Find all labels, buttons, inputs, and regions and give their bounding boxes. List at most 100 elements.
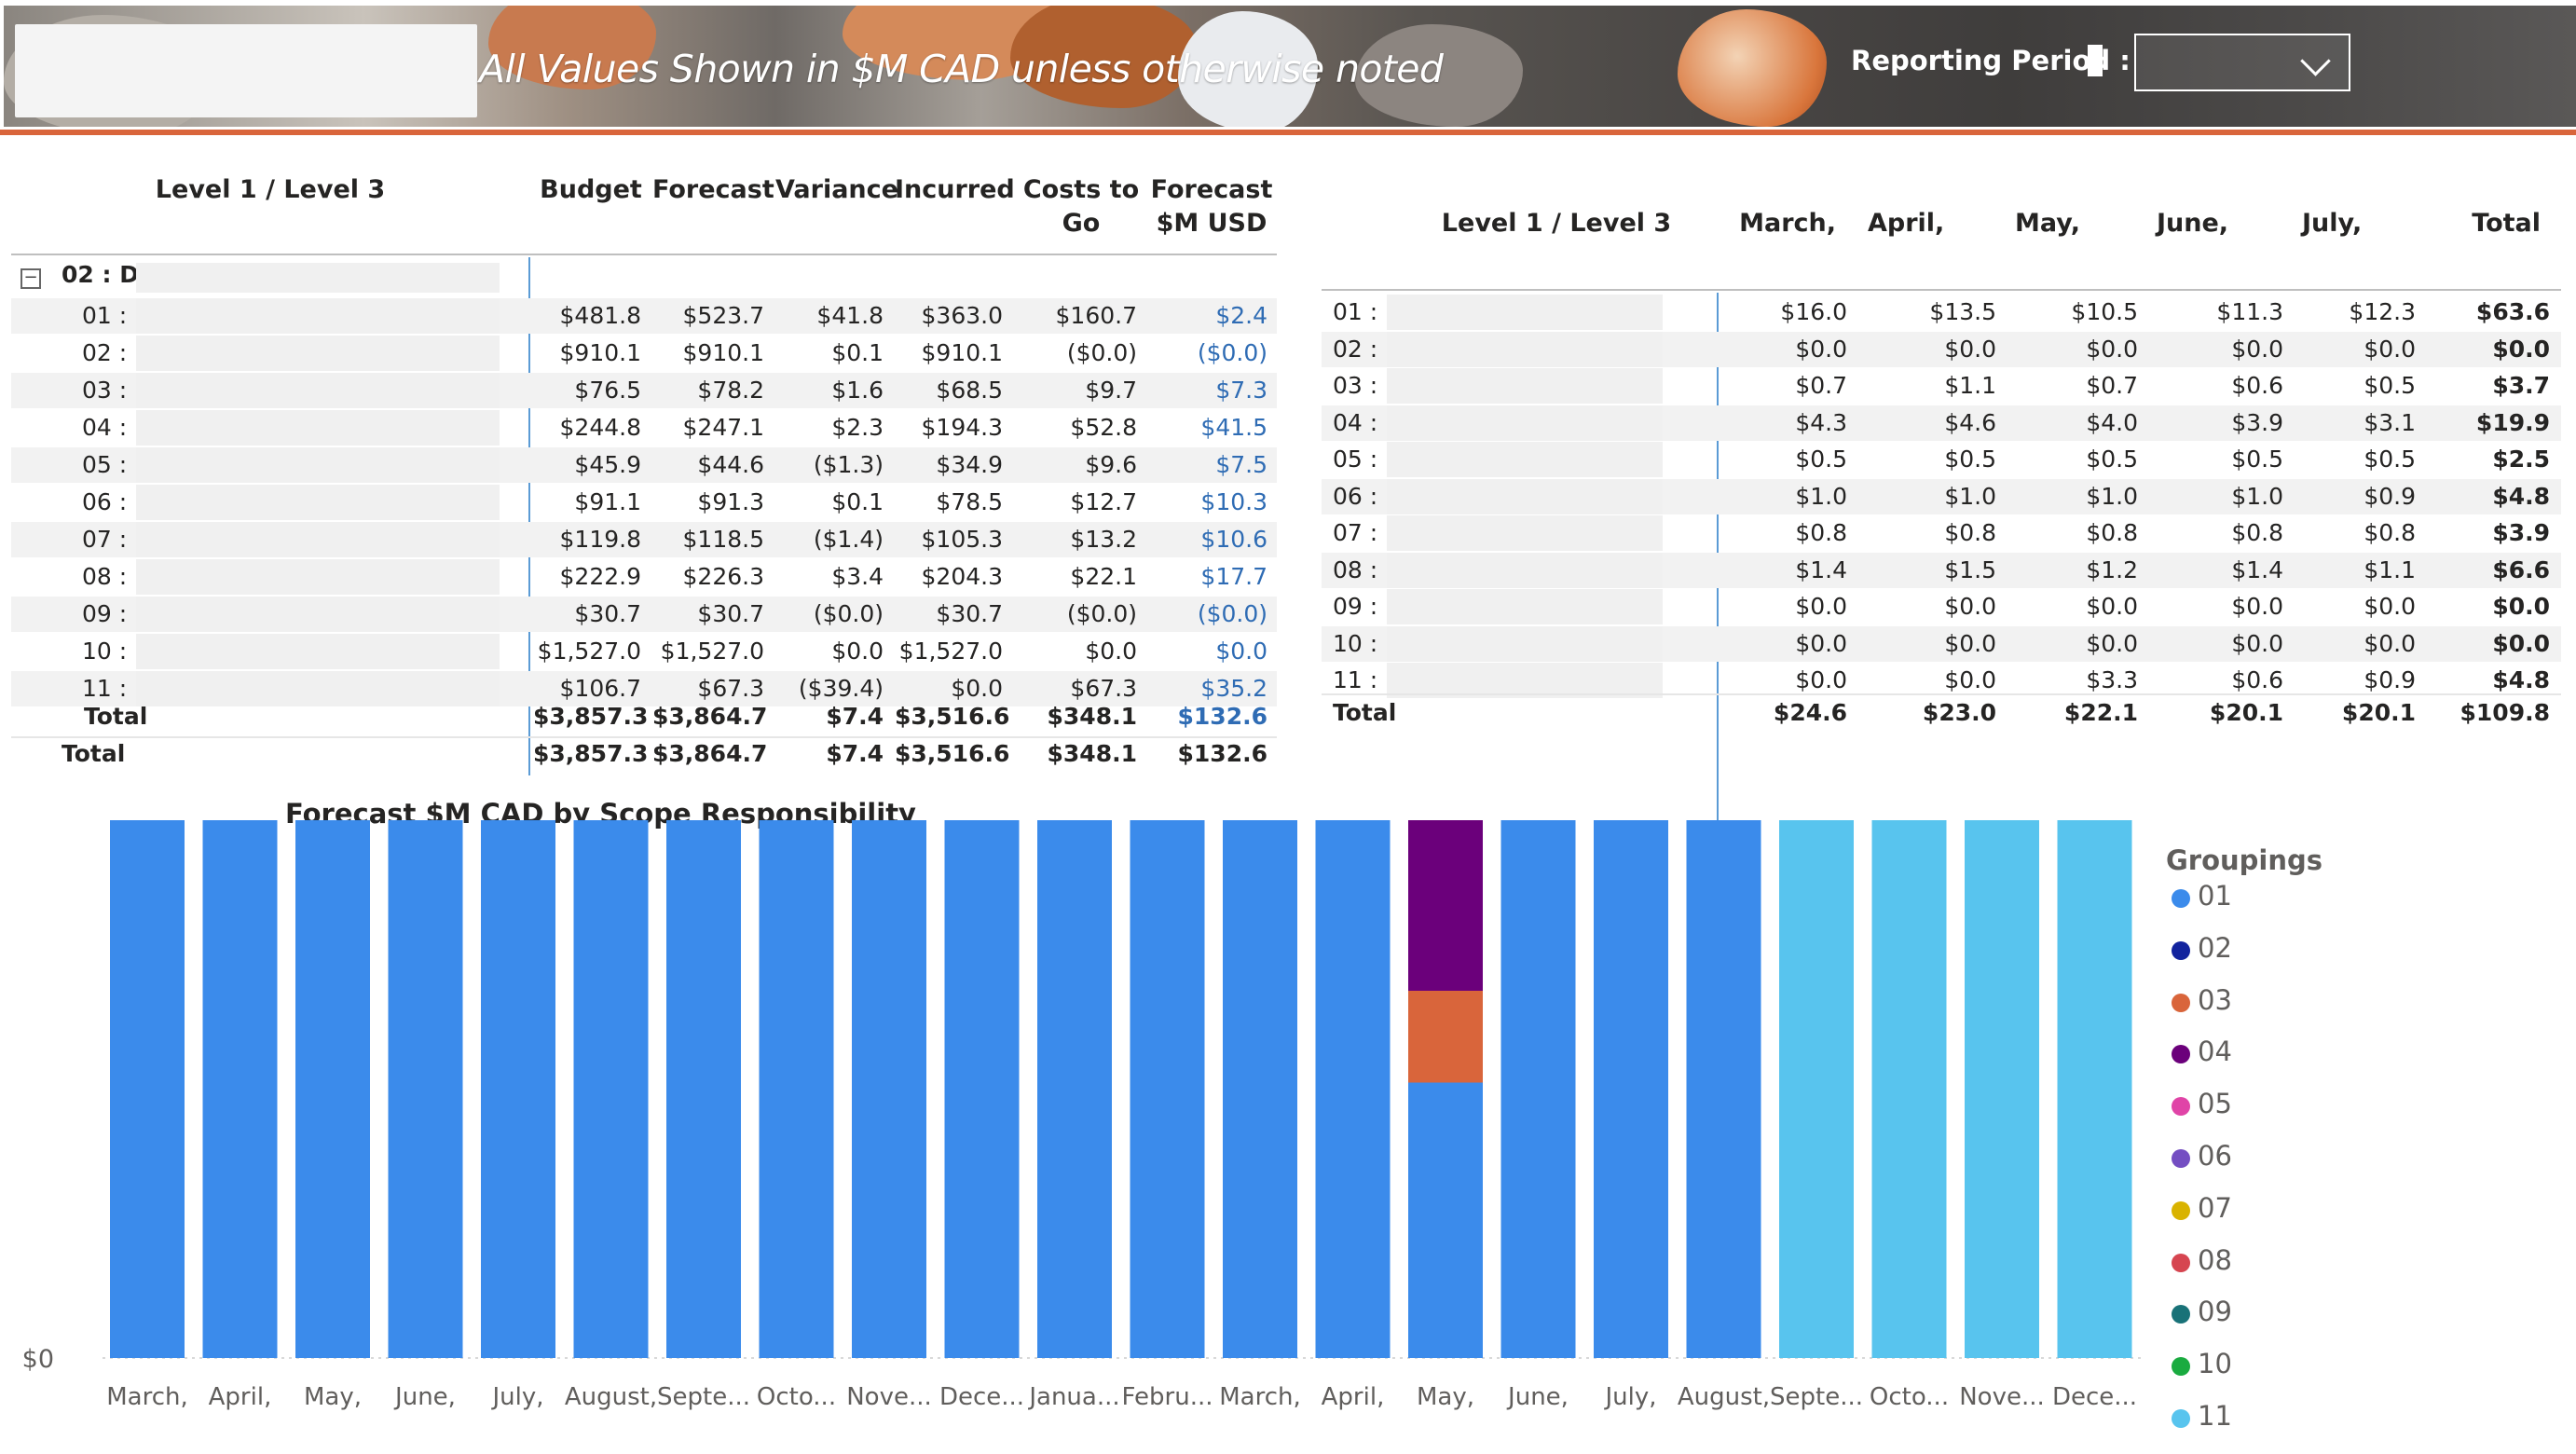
table-cell: $1,527.0 bbox=[537, 638, 641, 665]
legend-marker[interactable] bbox=[2172, 993, 2190, 1012]
table-cell: $0.0 bbox=[831, 638, 884, 665]
bar-segment-01[interactable] bbox=[1686, 820, 1761, 1358]
bar-segment-01[interactable] bbox=[944, 820, 1020, 1358]
bar-segment-01[interactable] bbox=[295, 820, 370, 1358]
bar-segment-01[interactable] bbox=[481, 820, 555, 1359]
legend-title: Groupings bbox=[2166, 844, 2323, 876]
chart-legend: 01 02 03 04 05 06 07 08 09 10 11 bbox=[2166, 880, 2446, 1445]
table-cell: $1.6 bbox=[831, 377, 884, 404]
col-header-april[interactable]: April, bbox=[1868, 207, 1980, 240]
orange-crystal-image bbox=[1678, 9, 1827, 127]
bar-segment-01[interactable] bbox=[1408, 1082, 1483, 1359]
legend-marker[interactable] bbox=[2172, 889, 2190, 908]
right-total-june: $20.1 bbox=[2209, 699, 2283, 726]
legend-marker[interactable] bbox=[2172, 1149, 2190, 1168]
legend-item[interactable]: 08 bbox=[2198, 1244, 2232, 1276]
col-header-july[interactable]: July, bbox=[2302, 207, 2414, 240]
col-header-forecast-usd[interactable]: Forecast $M USD bbox=[1150, 173, 1273, 240]
legend-item[interactable]: 09 bbox=[2198, 1296, 2232, 1327]
bar-segment-01[interactable] bbox=[1223, 820, 1297, 1358]
row-code: 03 : bbox=[1333, 372, 1378, 399]
col-header-total[interactable]: Total bbox=[2429, 207, 2541, 240]
total-variance: $7.4 bbox=[826, 740, 884, 767]
bar-segment-01[interactable] bbox=[202, 820, 278, 1358]
bar-segment-01[interactable] bbox=[1037, 820, 1112, 1358]
redacted-name bbox=[1387, 405, 1663, 441]
redacted-name bbox=[136, 559, 500, 595]
subtotal-forecast-usd: $132.6 bbox=[1177, 703, 1267, 730]
col-header-costs-to-go[interactable]: Costs to Go bbox=[1020, 173, 1143, 240]
bar-segment-01[interactable] bbox=[573, 820, 649, 1358]
total-incurred: $3,516.6 bbox=[895, 740, 1010, 767]
bar-segment-01[interactable] bbox=[388, 820, 463, 1359]
chevron-down-icon[interactable] bbox=[2300, 46, 2331, 76]
table-cell: ($0.0) bbox=[813, 600, 884, 627]
legend-marker[interactable] bbox=[2172, 1409, 2190, 1428]
legend-item[interactable]: 01 bbox=[2198, 880, 2232, 912]
right-total-may: $22.1 bbox=[2063, 699, 2138, 726]
col-header-budget[interactable]: Budget bbox=[533, 173, 649, 207]
legend-item[interactable]: 06 bbox=[2198, 1140, 2232, 1172]
x-tick-label: May, bbox=[1417, 1383, 1474, 1411]
redacted-name bbox=[1387, 552, 1663, 588]
table-cell: $4.8 bbox=[2492, 482, 2550, 510]
bar-segment-01[interactable] bbox=[1594, 820, 1668, 1358]
reporting-period-dropdown[interactable] bbox=[2134, 34, 2350, 91]
bar-segment-01[interactable] bbox=[759, 820, 834, 1359]
bar-segment-11[interactable] bbox=[1871, 820, 1947, 1358]
table-cell: $45.9 bbox=[574, 451, 641, 478]
bar-segment-11[interactable] bbox=[1965, 820, 2039, 1358]
legend-marker[interactable] bbox=[2172, 1357, 2190, 1377]
col-header-variance[interactable]: Variance bbox=[775, 173, 898, 207]
table-cell: $3.9 bbox=[2492, 519, 2550, 546]
x-tick-label: August, bbox=[1678, 1383, 1770, 1411]
bar-segment-04[interactable] bbox=[1408, 820, 1483, 991]
col-header-level[interactable]: Level 1 / Level 3 bbox=[1407, 207, 1706, 240]
table-cell: ($0.0) bbox=[1066, 600, 1137, 627]
legend-marker[interactable] bbox=[2172, 1045, 2190, 1064]
table-cell: $222.9 bbox=[559, 563, 641, 590]
logo-placeholder bbox=[15, 24, 477, 117]
bar-segment-01[interactable] bbox=[1500, 820, 1576, 1358]
total-divider bbox=[1322, 693, 2561, 695]
legend-marker[interactable] bbox=[2172, 1253, 2190, 1272]
table-cell: $0.0 bbox=[2231, 629, 2283, 657]
col-header-incurred[interactable]: Incurred bbox=[895, 173, 1015, 207]
col-header-june[interactable]: June, bbox=[2157, 207, 2268, 240]
bar-segment-11[interactable] bbox=[1779, 820, 1854, 1358]
legend-marker[interactable] bbox=[2172, 1305, 2190, 1324]
legend-item[interactable]: 04 bbox=[2198, 1036, 2232, 1067]
collapse-icon[interactable]: − bbox=[21, 268, 41, 289]
table-cell: $481.8 bbox=[559, 302, 641, 329]
legend-item[interactable]: 02 bbox=[2198, 932, 2232, 964]
table-cell: $160.7 bbox=[1055, 302, 1137, 329]
legend-marker[interactable] bbox=[2172, 940, 2190, 960]
legend-item[interactable]: 07 bbox=[2198, 1192, 2232, 1224]
col-header-march[interactable]: March, bbox=[1724, 207, 1836, 240]
legend-item[interactable]: 03 bbox=[2198, 984, 2232, 1016]
right-total-april: $23.0 bbox=[1922, 699, 1996, 726]
bar-segment-01[interactable] bbox=[1315, 820, 1391, 1358]
bar-segment-01[interactable] bbox=[1130, 820, 1205, 1358]
bar-segment-01[interactable] bbox=[666, 820, 741, 1358]
legend-marker[interactable] bbox=[2172, 1097, 2190, 1117]
col-header-forecast[interactable]: Forecast bbox=[652, 173, 774, 207]
bar-segment-01[interactable] bbox=[852, 820, 926, 1358]
table-cell: $3.4 bbox=[831, 563, 884, 590]
legend-item[interactable]: 05 bbox=[2198, 1088, 2232, 1119]
table-cell: $11.3 bbox=[2216, 298, 2283, 325]
legend-item[interactable]: 10 bbox=[2198, 1348, 2232, 1379]
redacted-name bbox=[136, 634, 500, 669]
col-header-level[interactable]: Level 1 / Level 3 bbox=[130, 173, 410, 207]
x-tick-label: July, bbox=[490, 1383, 543, 1411]
legend-item[interactable]: 11 bbox=[2198, 1400, 2232, 1432]
col-header-may[interactable]: May, bbox=[2015, 207, 2127, 240]
bar-segment-11[interactable] bbox=[2057, 820, 2132, 1358]
redacted-name bbox=[136, 263, 500, 293]
legend-marker[interactable] bbox=[2172, 1200, 2190, 1220]
bar-segment-03[interactable] bbox=[1408, 991, 1483, 1083]
table-cell: $1.5 bbox=[1944, 556, 1996, 583]
header-divider bbox=[11, 254, 1277, 255]
bar-segment-01[interactable] bbox=[110, 820, 185, 1358]
table-cell: $1.0 bbox=[2231, 482, 2283, 510]
